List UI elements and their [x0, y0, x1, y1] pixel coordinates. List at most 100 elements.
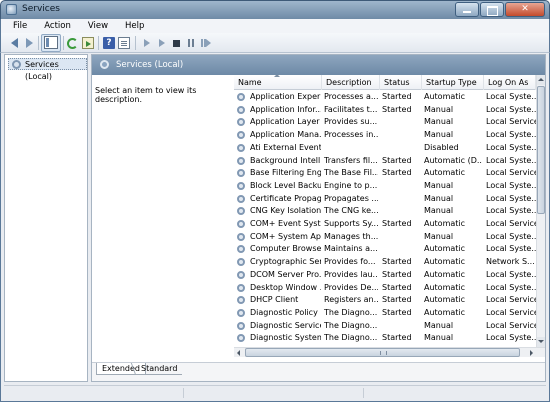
service-status: Started	[382, 155, 412, 165]
service-log-on-as: Local Service	[486, 219, 536, 228]
gear-icon	[237, 194, 245, 203]
start-service-alt-button[interactable]	[156, 37, 168, 49]
gear-icon	[237, 258, 245, 267]
tab-standard[interactable]: Standard	[136, 363, 183, 375]
table-row[interactable]: Application Mana... Processes in... Manual…	[234, 129, 536, 142]
column-header-status[interactable]: Status	[380, 75, 422, 90]
table-row[interactable]: Application Experi...Processes a... Start…	[234, 91, 536, 104]
vertical-scrollbar[interactable]	[536, 75, 545, 347]
horizontal-scroll-thumb[interactable]	[245, 348, 520, 357]
service-name: Application Infor...	[250, 104, 321, 114]
service-description: Provides su...	[324, 117, 378, 127]
table-row[interactable]: Certificate Propaga...Propagates ... Manu…	[234, 193, 536, 206]
gear-icon	[237, 270, 245, 279]
service-status: Started	[382, 92, 412, 101]
tree-item-services-local[interactable]: Services (Local)	[8, 58, 87, 81]
table-row[interactable]: Diagnostic Service...The Diagno... Manual…	[234, 320, 536, 333]
column-header-log-on-as[interactable]: Log On As	[484, 75, 536, 90]
restart-service-button[interactable]	[199, 37, 211, 49]
service-log-on-as: Local Service	[486, 295, 536, 305]
service-log-on-as: Local Syste...	[486, 206, 536, 216]
scroll-right-button[interactable]	[526, 348, 536, 357]
maximize-button[interactable]	[480, 2, 504, 17]
horizontal-scrollbar[interactable]	[234, 347, 545, 357]
service-description: The Diagno...	[324, 333, 378, 343]
service-startup-type: Automatic	[424, 219, 466, 228]
service-description: Registers an...	[324, 295, 378, 305]
list-header: Name Description Status Startup Type Log…	[234, 75, 545, 90]
refresh-button[interactable]	[67, 38, 78, 49]
column-header-startup-type[interactable]: Startup Type	[422, 75, 484, 90]
scroll-left-button[interactable]	[234, 348, 244, 357]
table-row[interactable]: Desktop Window ... Provides De... Started A…	[234, 282, 536, 295]
table-row[interactable]: DCOM Server Pro... Provides lau... Started…	[234, 269, 536, 282]
service-description: Processes in...	[324, 130, 378, 140]
table-row[interactable]: Ati External Event ... Disabled Local Syst…	[234, 142, 536, 155]
service-startup-type: Manual	[424, 117, 454, 127]
table-row[interactable]: Diagnostic Policy ... The Diagno... Starte…	[234, 307, 536, 320]
service-name: DHCP Client	[250, 295, 299, 305]
service-log-on-as: Local Syste...	[486, 333, 536, 343]
table-row[interactable]: Diagnostic System...The Diagno... Started…	[234, 332, 536, 345]
service-startup-type: Automatic (D...	[424, 155, 482, 165]
toolbar-separator	[38, 36, 39, 50]
table-row[interactable]: COM+ Event Syst... Supports Sy... Started A…	[234, 218, 536, 231]
menu-action[interactable]: Action	[32, 19, 76, 33]
service-log-on-as: Network S...	[486, 257, 535, 267]
export-list-button[interactable]	[82, 37, 94, 49]
service-startup-type: Automatic	[424, 282, 466, 292]
scroll-up-button[interactable]	[537, 75, 545, 85]
start-service-button[interactable]	[141, 37, 153, 49]
menu-file[interactable]: File	[1, 19, 32, 33]
vertical-scroll-thumb[interactable]	[537, 86, 545, 214]
menu-help[interactable]: Help	[113, 19, 149, 33]
service-description: Supports Sy...	[324, 219, 378, 228]
service-name: Certificate Propaga...	[250, 193, 321, 203]
stop-service-button[interactable]	[170, 37, 182, 49]
minimize-button[interactable]	[455, 2, 479, 17]
service-startup-type: Manual	[424, 130, 454, 140]
forward-arrow-icon	[26, 38, 33, 48]
menu-view[interactable]: View	[76, 19, 113, 33]
help-button[interactable]: ?	[103, 37, 115, 49]
back-button[interactable]	[9, 37, 21, 49]
table-row[interactable]: CNG Key Isolation The CNG ke... Manual Loca…	[234, 205, 536, 218]
gear-icon	[237, 156, 245, 165]
table-row[interactable]: Cryptographic Ser...Provides fo... Starte…	[234, 256, 536, 269]
table-row[interactable]: Application Layer ...Provides su... Manua…	[234, 116, 536, 129]
service-status: Started	[382, 282, 412, 292]
table-row[interactable]: Block Level Backu...Engine to p... Manual…	[234, 180, 536, 193]
column-header-description[interactable]: Description	[322, 75, 380, 90]
service-name: Computer Browser	[250, 244, 321, 254]
status-bar	[4, 385, 546, 399]
properties-button[interactable]	[118, 37, 130, 49]
show-hide-console-tree-button[interactable]	[41, 34, 61, 52]
service-name: Desktop Window ...	[250, 282, 321, 292]
gear-icon	[237, 105, 245, 114]
pause-service-button[interactable]	[185, 37, 197, 49]
tree-item-label: Services (Local)	[25, 60, 59, 81]
scroll-down-button[interactable]	[537, 337, 545, 347]
forward-button[interactable]	[23, 37, 35, 49]
service-name: Diagnostic Policy ...	[250, 307, 321, 317]
column-header-name[interactable]: Name	[234, 75, 322, 90]
table-row[interactable]: Background Intelli...Transfers fil... Sta…	[234, 155, 536, 168]
service-log-on-as: Local Syste...	[486, 104, 536, 114]
table-row[interactable]: Application Infor... Facilitates t... Star…	[234, 104, 536, 117]
service-name: Diagnostic System...	[250, 333, 321, 343]
service-log-on-as: Local Syste...	[486, 92, 536, 101]
service-name: Cryptographic Ser...	[250, 257, 321, 267]
table-row[interactable]: Distributed Link T...Maintains li...Star…	[234, 345, 536, 346]
close-button[interactable]: ✕	[505, 2, 545, 17]
table-row[interactable]: Computer Browser Maintains a... Automatic L…	[234, 243, 536, 256]
service-name: COM+ System Ap...	[250, 231, 321, 241]
service-description: The CNG ke...	[324, 206, 378, 216]
table-row[interactable]: COM+ System Ap... Manages th... Manual Loca…	[234, 231, 536, 244]
table-row[interactable]: DHCP Client Registers an... Started Automat…	[234, 294, 536, 307]
service-description: Provides lau...	[324, 269, 378, 279]
service-description: Processes a...	[324, 92, 378, 101]
services-app-icon	[6, 4, 17, 15]
table-row[interactable]: Base Filtering Engi...The Base Fil... Sta…	[234, 167, 536, 180]
service-name: Diagnostic Service...	[250, 320, 321, 330]
gear-icon	[100, 60, 109, 69]
